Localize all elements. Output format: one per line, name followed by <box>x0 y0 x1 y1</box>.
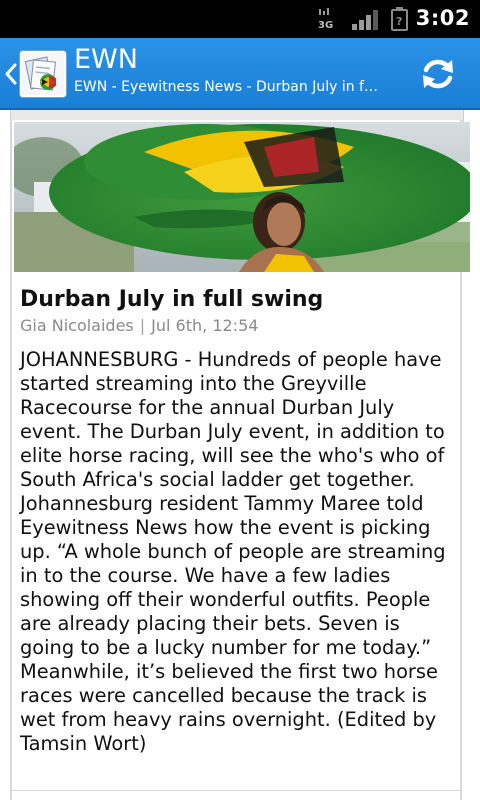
article-meta: Gia Nicolaides | Jul 6th, 12:54 <box>20 316 258 335</box>
meta-separator: | <box>139 316 146 335</box>
divider <box>12 790 460 791</box>
article-author: Gia Nicolaides <box>20 316 134 335</box>
status-clock: 3:02 <box>415 6 470 30</box>
back-chevron-icon[interactable] <box>4 62 18 86</box>
3g-signal-icon: 3G <box>318 8 333 30</box>
article-title: Durban July in full swing <box>20 287 324 312</box>
svg-text:?: ? <box>396 15 402 28</box>
battery-icon: ? <box>391 7 408 31</box>
article-content[interactable]: Durban July in full swing Gia Nicolaides… <box>0 110 480 800</box>
svg-text:3G: 3G <box>318 20 333 30</box>
cell-signal-icon <box>352 10 378 30</box>
article-body: JOHANNESBURG - Hundreds of people have s… <box>20 348 446 755</box>
app-logo-icon[interactable] <box>20 51 66 97</box>
app-title: EWN <box>74 44 138 75</box>
article-date: Jul 6th, 12:54 <box>151 316 259 335</box>
refresh-icon[interactable] <box>418 54 458 94</box>
status-bar: 3G ? 3:02 <box>0 0 480 38</box>
action-bar: EWN EWN - Eyewitness News - Durban July … <box>0 38 480 110</box>
woman-in-large-green-yellow-hat-image <box>14 122 470 272</box>
app-subtitle: EWN - Eyewitness News - Durban July in f… <box>74 79 384 95</box>
